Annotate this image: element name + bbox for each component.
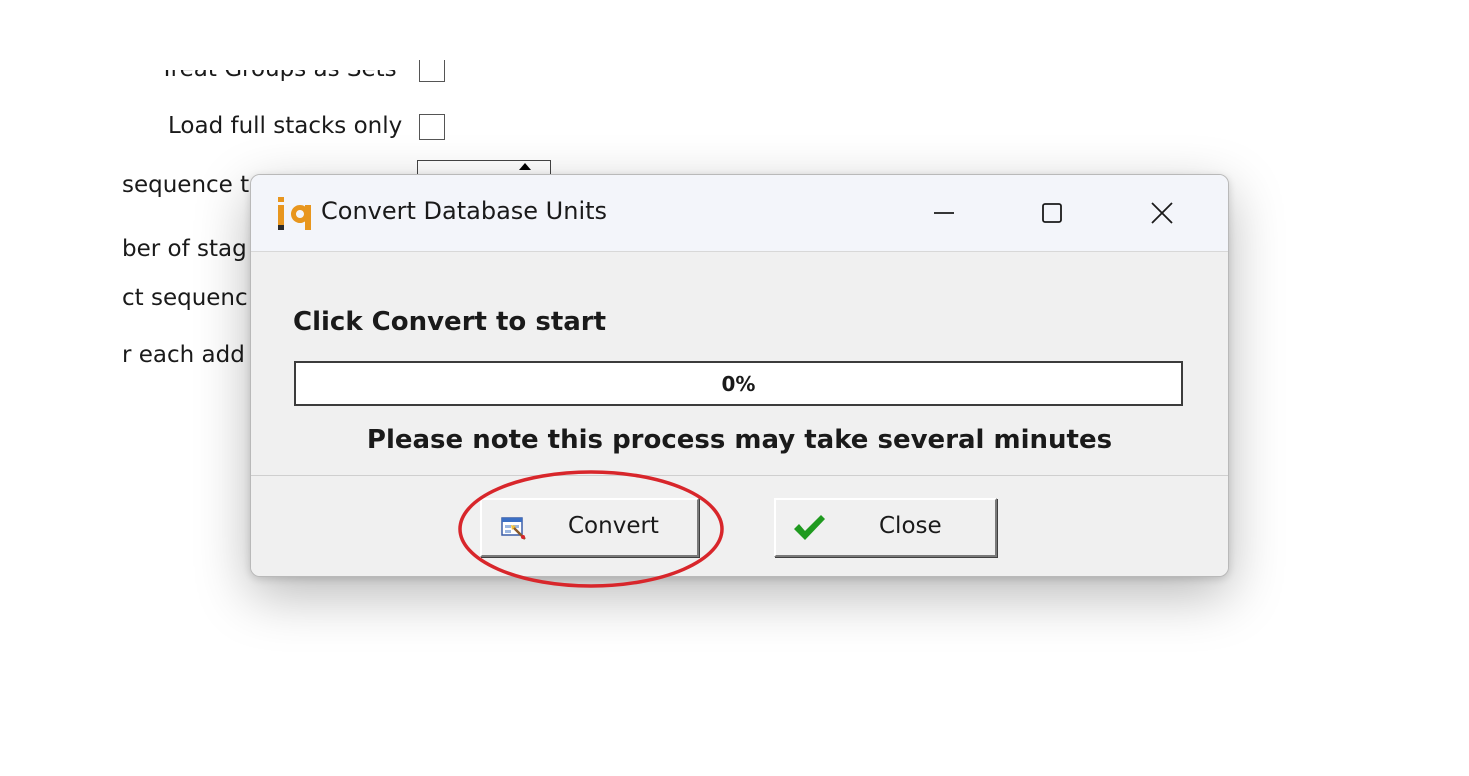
bg-label-select-sequence: ct sequenc [122,285,248,311]
convert-button[interactable]: Convert [480,498,699,557]
progress-label: 0% [721,371,756,396]
close-button-label: Close [879,513,942,539]
bg-label-stages: ber of stag [122,236,247,262]
close-window-button[interactable] [1117,175,1207,251]
close-button[interactable]: Close [774,498,997,557]
maximize-button[interactable] [1007,175,1097,251]
bg-checkbox-cut-off[interactable] [419,60,445,82]
progress-bar: 0% [294,361,1183,406]
convert-icon [501,517,526,540]
dialog-titlebar[interactable]: Convert Database Units [251,175,1228,252]
bg-checkbox-full-stacks[interactable] [419,114,445,140]
spin-up-arrow-icon[interactable] [519,163,531,170]
iq-app-icon [278,197,311,230]
bg-label-each-add: r each add [122,342,245,368]
close-icon [1151,202,1173,224]
bg-label-full-stacks: Load full stacks only [168,113,403,139]
dialog-heading: Click Convert to start [293,307,607,337]
duration-note: Please note this process may take severa… [366,425,1113,455]
dialog-footer: Convert Close [251,475,1228,576]
checkmark-icon [794,515,825,540]
bg-label-cut-off: Treat Groups as Sets [160,56,397,82]
minimize-button[interactable] [899,175,989,251]
convert-button-label: Convert [568,513,659,539]
bg-label-sequence: sequence t [122,172,250,198]
minimize-icon [934,212,954,214]
maximize-icon [1042,203,1062,223]
convert-database-units-dialog: Convert Database Units Click Convert to … [250,174,1229,577]
dialog-title: Convert Database Units [321,197,608,225]
